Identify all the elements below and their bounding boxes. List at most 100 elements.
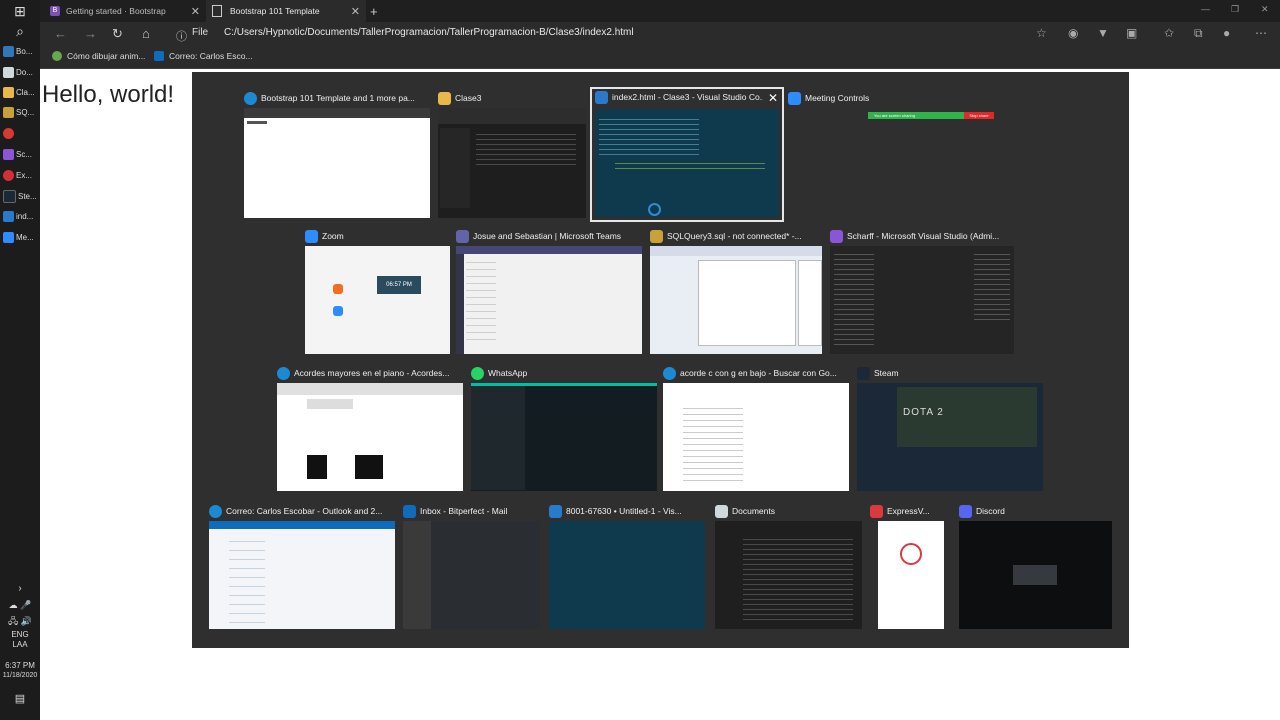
task-window-bootstrap[interactable]: Bootstrap 101 Template and 1 more pa... [244,90,430,218]
task-window-whatsapp[interactable]: WhatsApp [471,365,657,493]
visual-studio-icon [830,229,843,243]
window-thumbnail: DOTA 2 [857,383,1043,491]
notification-icon[interactable]: ▤ [0,694,40,705]
taskbar-app-expressvpn[interactable]: Ex... [3,165,39,185]
close-icon[interactable]: ✕ [191,5,200,18]
vpn-extension-icon[interactable]: ▼ [1097,26,1109,40]
forward-icon[interactable]: → [84,26,97,41]
tab-bootstrap-template[interactable]: Bootstrap 101 Template ✕ [206,0,366,22]
taskbar-app-sql[interactable]: SQ... [3,102,39,122]
window-thumbnail [830,246,1014,354]
taskbar-app-meeting[interactable]: Me... [3,227,39,247]
tray-network-volume[interactable]: 🖧 🔊 [0,616,40,626]
close-icon[interactable]: ✕ [768,91,778,105]
language-indicator[interactable]: ENG LAA [0,630,40,650]
task-window-expressvpn[interactable]: ExpressV... [870,503,944,631]
edge-icon [244,91,257,105]
favorites-bar: Cómo dibujar anim... Correo: Carlos Esco… [40,46,1280,69]
zoom-clock: 06:57 PM [377,276,421,294]
task-window-steam[interactable]: Steam DOTA 2 [857,365,1043,493]
taskbar-app-red[interactable] [3,123,39,143]
sql-icon [650,229,663,243]
task-window-teams[interactable]: Josue and Sebastian | Microsoft Teams [456,228,642,356]
more-icon[interactable]: ⋯ [1255,26,1267,40]
taskbar: ⊞ ⌕ Bo... Do... Cla... SQ... Sc... Ex...… [0,0,40,720]
window-thumbnail [209,521,395,629]
task-window-acordes[interactable]: Acordes mayores en el piano - Acordes... [277,365,463,493]
extension-icon[interactable]: ◉ [1068,26,1078,40]
task-window-visual-studio[interactable]: Scharff - Microsoft Visual Studio (Admi.… [830,228,1014,356]
favorite-link-mail[interactable]: Correo: Carlos Esco... [154,51,253,61]
windows-start-icon[interactable]: ⊞ [0,0,40,22]
window-thumbnail [878,521,944,629]
address-url[interactable]: C:/Users/Hypnotic/Documents/TallerProgra… [224,27,634,38]
task-window-discord[interactable]: Discord [959,503,1112,631]
task-window-documents[interactable]: Documents [715,503,862,631]
steam-icon [857,366,870,380]
chevron-up-icon[interactable]: › [0,584,40,594]
close-icon[interactable]: ✕ [351,5,360,18]
clock[interactable]: 6:37 PM 11/18/2020 [0,661,40,681]
app-icon [3,127,14,139]
folder-icon [715,504,728,518]
task-window-zoom[interactable]: Zoom 06:57 PM [305,228,450,356]
home-icon[interactable]: ⌂ [142,26,150,41]
taskbar-app-visual-studio[interactable]: Sc... [3,144,39,164]
visual-studio-icon [3,148,14,160]
expressvpn-icon [870,504,883,518]
task-window-meeting-controls[interactable]: Meeting Controls You are screen sharing … [788,90,998,130]
window-thumbnail [438,108,586,218]
star-icon[interactable]: ☆ [1036,26,1047,40]
task-window-sql[interactable]: SQLQuery3.sql - not connected* -... [650,228,822,356]
favorites-icon[interactable]: ✩ [1164,26,1174,40]
info-icon[interactable]: ⓘ [176,28,187,44]
restore-icon[interactable]: ❐ [1231,4,1239,15]
tray-icons[interactable]: ☁ 🎤 [0,600,40,610]
collections-icon[interactable]: ⧉ [1194,26,1203,41]
address-scheme: File [192,27,209,38]
taskbar-app-steam[interactable]: Ste... [3,186,39,206]
vscode-icon [549,504,562,518]
expressvpn-icon [3,169,14,181]
task-window-vscode-untitled[interactable]: 8001-67630 • Untitled-1 - Vis... [549,503,705,631]
page-icon [212,5,222,17]
task-window-mail[interactable]: Inbox - Bitperfect - Mail [403,503,540,631]
task-view: Bootstrap 101 Template and 1 more pa... … [192,72,1129,648]
discord-icon [959,504,972,518]
edge-icon [663,366,676,380]
address-toolbar: ← → ↻ ⌂ ⓘ File C:/Users/Hypnotic/Documen… [40,22,1280,46]
taskbar-app-bootstrap[interactable]: Bo... [3,41,39,61]
bootstrap-icon: B [50,6,60,16]
screen-share-banner: You are screen sharing [868,112,964,119]
zoom-icon [305,229,318,243]
back-icon[interactable]: ← [54,26,67,41]
minimize-icon[interactable]: — [1201,4,1210,14]
task-window-outlook[interactable]: Correo: Carlos Escobar - Outlook and 2..… [209,503,395,631]
zoom-icon [3,231,14,243]
window-thumbnail [549,521,705,629]
window-thumbnail [715,521,862,629]
taskbar-app-documents[interactable]: Do... [3,62,39,82]
profile-icon[interactable]: ● [1223,26,1230,40]
mail-icon [403,504,416,518]
vscode-icon [3,210,14,222]
window-close-icon[interactable]: ✕ [1261,4,1269,15]
taskbar-app-vscode[interactable]: ind... [3,206,39,226]
search-icon[interactable]: ⌕ [0,20,40,42]
vscode-icon [595,90,608,104]
edge-icon [277,366,290,380]
task-window-google-search[interactable]: acorde c con g en bajo - Buscar con Go..… [663,365,849,493]
refresh-icon[interactable]: ↻ [112,26,123,42]
task-window-vscode-index2[interactable]: index2.html - Clase3 - Visual Studio Co.… [590,87,784,222]
new-tab-button[interactable]: + [370,0,384,22]
steam-game-title: DOTA 2 [903,407,944,418]
taskbar-app-clase3[interactable]: Cla... [3,82,39,102]
extension2-icon[interactable]: ▣ [1126,26,1137,40]
tab-bootstrap-getting-started[interactable]: B Getting started · Bootstrap ✕ [50,0,206,22]
window-thumbnail [471,383,657,491]
loading-cursor-icon [648,203,661,216]
task-window-clase3[interactable]: Clase3 [438,90,586,218]
stop-share-button[interactable]: Stop share [964,112,994,119]
window-thumbnail [650,246,822,354]
favorite-link-animation[interactable]: Cómo dibujar anim... [52,51,145,61]
